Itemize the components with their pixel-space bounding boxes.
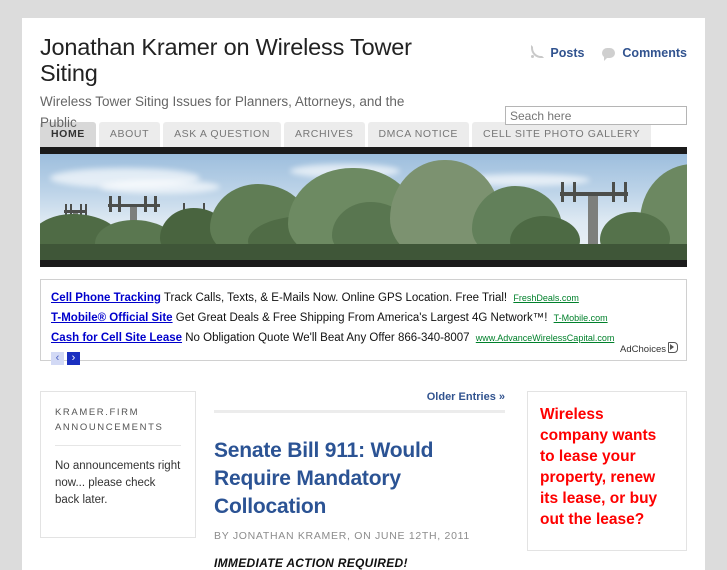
ad-next-arrow-icon[interactable]: › xyxy=(67,352,80,365)
post-lead-text: IMMEDIATE ACTION REQUIRED! xyxy=(214,556,408,570)
banner-antenna xyxy=(154,196,157,212)
comments-feed-label[interactable]: Comments xyxy=(622,46,687,60)
ad-url-link[interactable]: www.AdvanceWirelessCapital.com xyxy=(476,333,615,343)
ad-body-text: No Obligation Quote We'll Beat Any Offer… xyxy=(185,332,470,344)
comment-bubble-icon xyxy=(601,48,615,61)
widget-divider xyxy=(55,445,181,446)
banner-cloud xyxy=(100,180,220,194)
ad-url-link[interactable]: FreshDeals.com xyxy=(513,293,579,303)
ad-title-link[interactable]: T-Mobile® Official Site xyxy=(51,312,173,324)
announcements-widget-text: No announcements right now... please che… xyxy=(55,460,181,506)
banner-antenna xyxy=(118,196,121,212)
ad-row[interactable]: Cell Phone Tracking Track Calls, Texts, … xyxy=(51,288,676,308)
advertisement-block: Cell Phone Tracking Track Calls, Texts, … xyxy=(40,279,687,365)
banner-foliage-base xyxy=(40,244,687,260)
post-meta: BY JONATHAN KRAMER, ON JUNE 12TH, 2011 xyxy=(214,530,470,542)
posts-feed-label[interactable]: Posts xyxy=(550,46,584,60)
banner-antenna xyxy=(573,182,576,202)
adchoices-link[interactable]: AdChoices xyxy=(620,342,678,355)
ad-prev-arrow-icon[interactable]: ‹ xyxy=(51,352,64,365)
site-description: Wireless Tower Siting Issues for Planner… xyxy=(40,94,405,130)
adchoices-label: AdChoices xyxy=(620,344,666,355)
ad-row[interactable]: Cash for Cell Site Lease No Obligation Q… xyxy=(51,328,676,348)
left-sidebar: KRAMER.FIRM ANNOUNCEMENTS No announcemen… xyxy=(40,391,196,538)
ad-title-link[interactable]: Cell Phone Tracking xyxy=(51,292,161,304)
feed-links: Posts Comments xyxy=(516,45,687,61)
comments-feed-link[interactable]: Comments xyxy=(601,46,687,61)
banner-antenna xyxy=(109,196,112,212)
posts-feed-link[interactable]: Posts xyxy=(530,45,584,60)
ad-row[interactable]: T-Mobile® Official Site Get Great Deals … xyxy=(51,308,676,328)
ad-url-link[interactable]: T-Mobile.com xyxy=(554,313,608,323)
site-title: Jonathan Kramer on Wireless Tower Siting xyxy=(40,34,412,86)
banner-antenna-arm xyxy=(560,192,628,196)
search-input[interactable] xyxy=(505,106,687,125)
content-columns: KRAMER.FIRM ANNOUNCEMENTS No announcemen… xyxy=(40,391,687,570)
banner-antenna-arm xyxy=(64,210,87,213)
ad-body-text: Get Great Deals & Free Shipping From Ame… xyxy=(175,312,548,324)
rss-icon xyxy=(530,45,544,59)
right-sidebar: Wireless company wants to lease your pro… xyxy=(527,391,687,551)
banner-antenna-arm xyxy=(108,204,160,207)
banner-antenna xyxy=(612,182,615,202)
banner-antenna xyxy=(624,182,627,202)
nav-tab-cell-site-photo-gallery[interactable]: CELL SITE PHOTO GALLERY xyxy=(472,122,652,147)
ad-title-link[interactable]: Cash for Cell Site Lease xyxy=(51,332,182,344)
header-banner-image xyxy=(40,147,687,267)
site-page: Jonathan Kramer on Wireless Tower Siting… xyxy=(22,18,705,570)
site-header: Jonathan Kramer on Wireless Tower Siting… xyxy=(22,18,705,130)
promo-text: Wireless company wants to lease your pro… xyxy=(540,406,658,528)
older-entries-link[interactable]: Older Entries » xyxy=(214,391,505,403)
adchoices-icon xyxy=(668,342,678,353)
post-title-link[interactable]: Senate Bill 911: Would Require Mandatory… xyxy=(214,437,505,521)
content-divider xyxy=(214,410,505,413)
main-content: Older Entries » Senate Bill 911: Would R… xyxy=(206,391,517,570)
banner-antenna xyxy=(561,182,564,202)
banner-antenna xyxy=(144,196,147,212)
ad-pagination: ‹ › xyxy=(51,352,676,365)
ad-body-text: Track Calls, Texts, & E-Mails Now. Onlin… xyxy=(163,292,508,304)
announcements-widget-title: KRAMER.FIRM ANNOUNCEMENTS xyxy=(55,407,164,433)
